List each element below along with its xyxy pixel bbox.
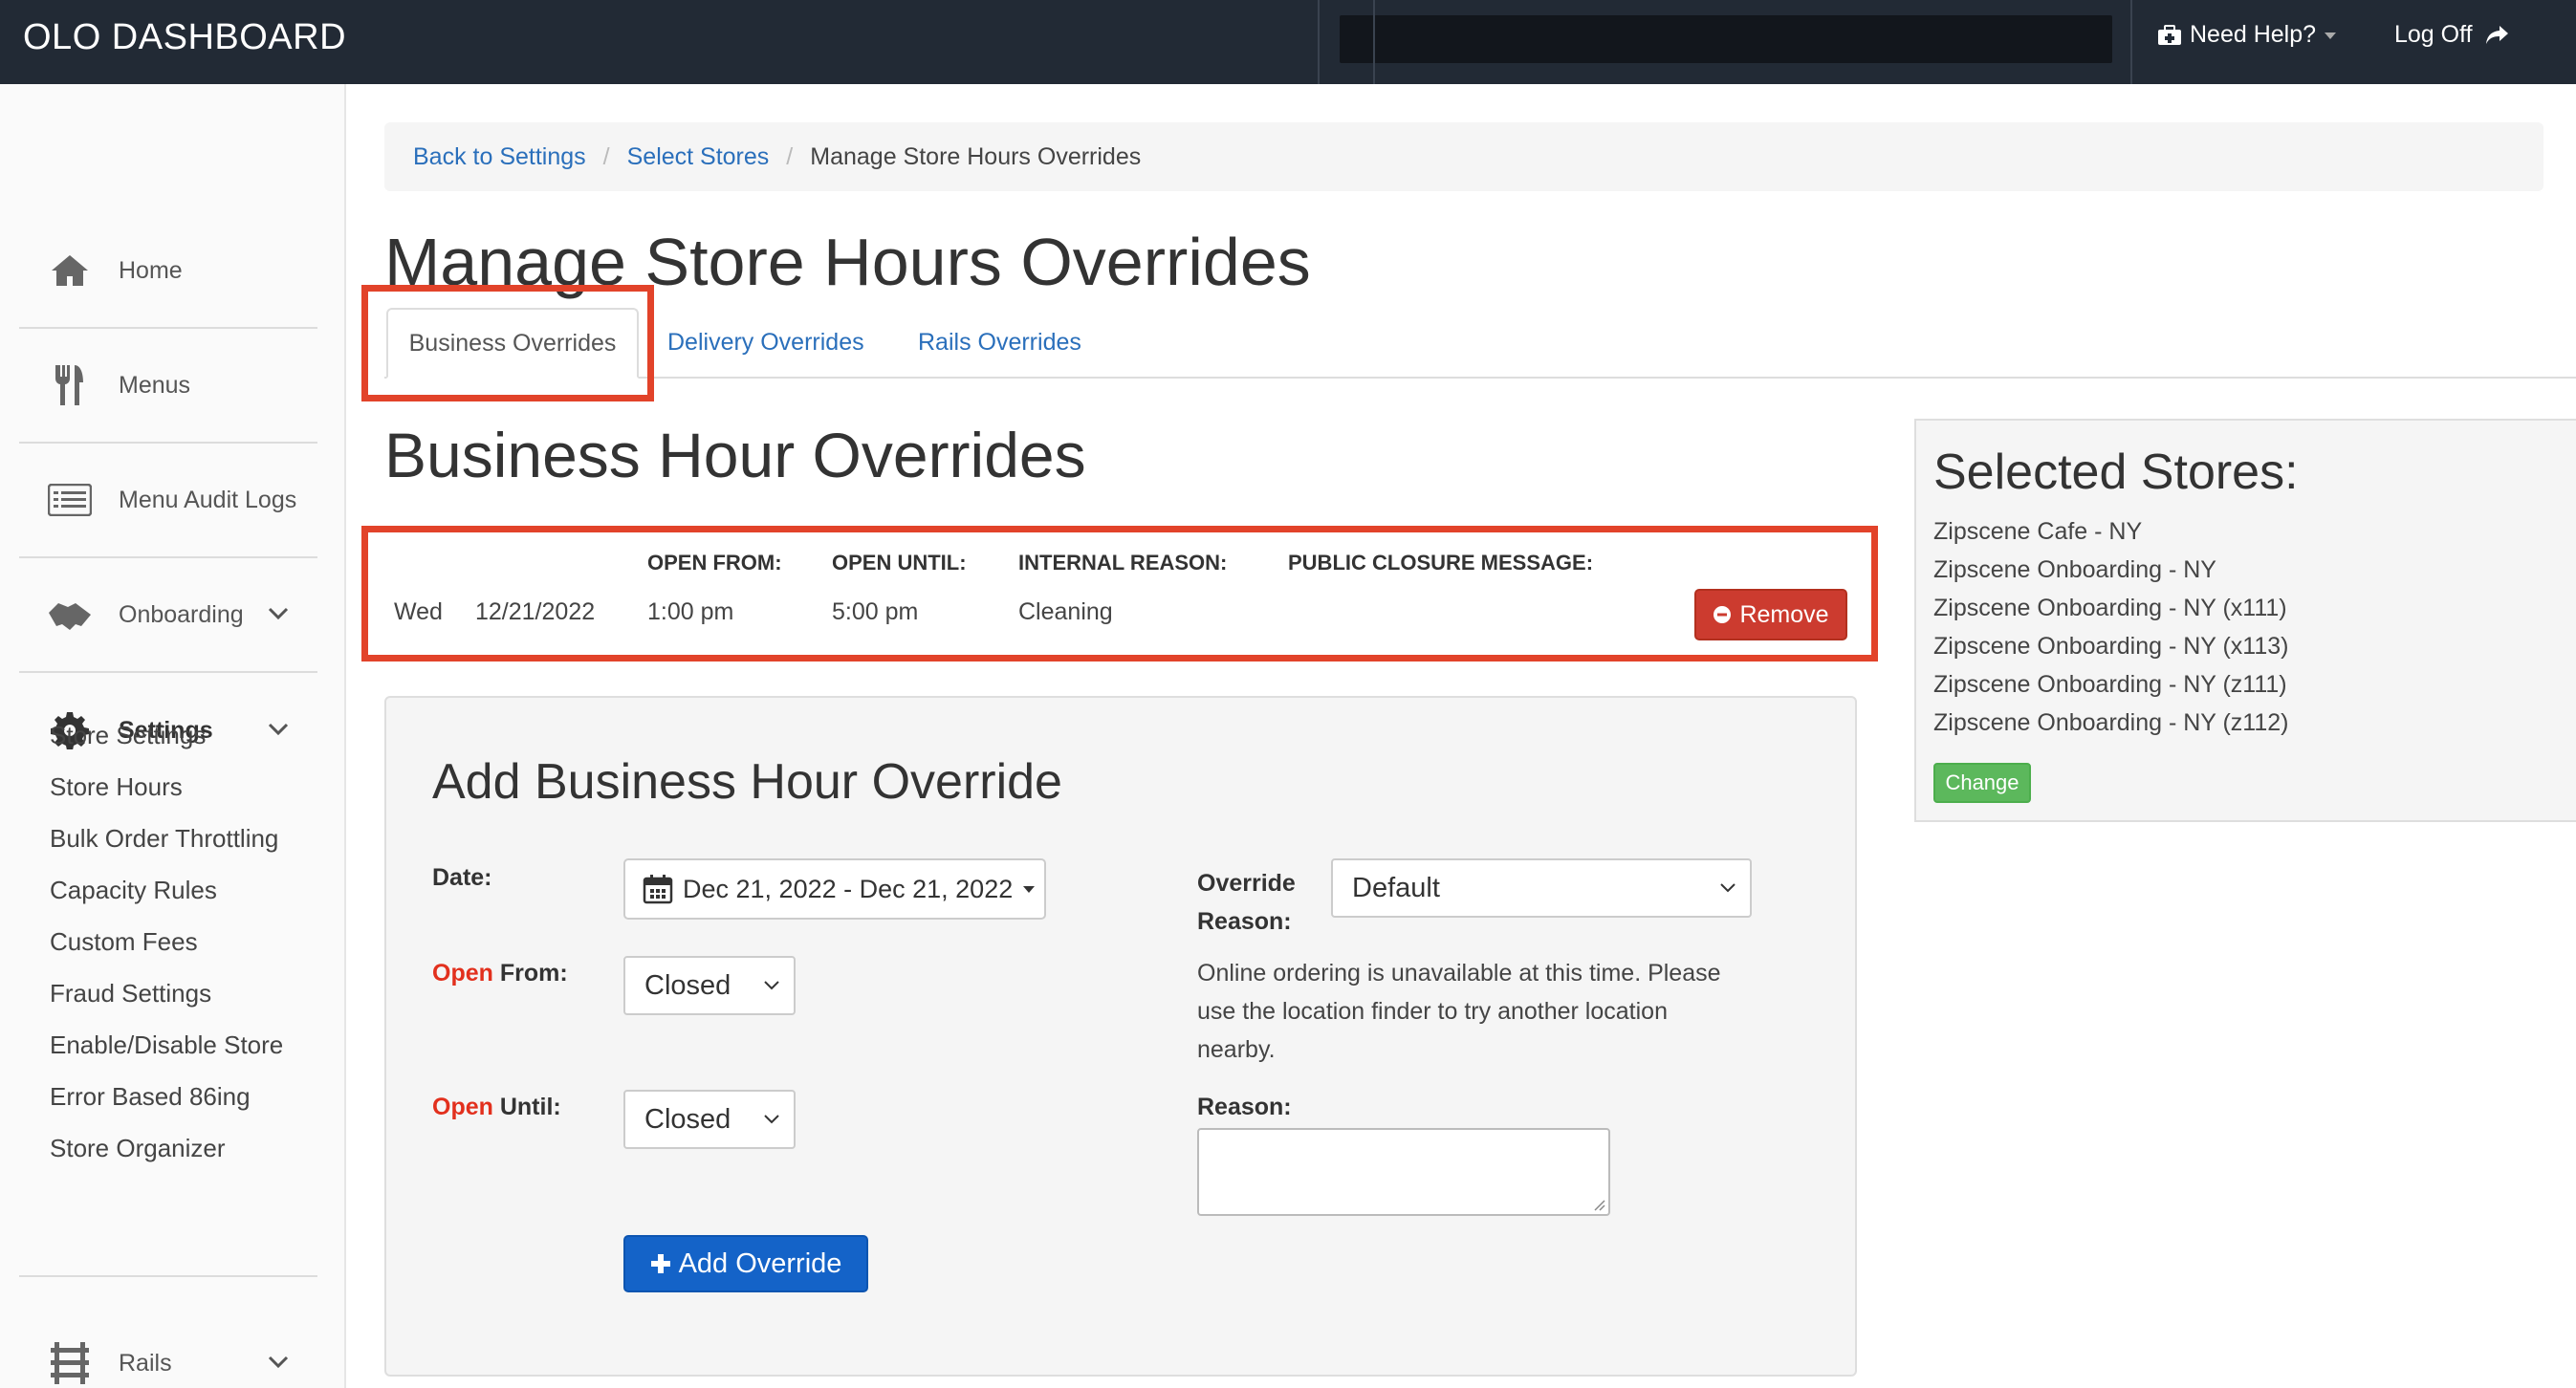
reason-textarea[interactable] xyxy=(1197,1128,1610,1216)
breadcrumb: Back to Settings / Select Stores / Manag… xyxy=(384,122,2543,191)
open-from-value: Closed xyxy=(644,969,731,1001)
calendar-icon xyxy=(643,875,673,904)
override-reason-select[interactable]: Default xyxy=(1331,858,1752,918)
chevron-down-icon xyxy=(268,607,289,620)
first-aid-icon xyxy=(2158,24,2181,45)
open-until-label: Open Until: xyxy=(432,1094,561,1121)
add-override-title: Add Business Hour Override xyxy=(432,754,1062,810)
date-range-value: Dec 21, 2022 - Dec 21, 2022 xyxy=(683,874,1014,903)
sidebar-subitem-store-hours[interactable]: Store Hours xyxy=(50,761,283,813)
tab-rails-overrides[interactable]: Rails Overrides xyxy=(918,308,1081,377)
sidebar-item-label: Home xyxy=(119,256,183,284)
sidebar-item-rails[interactable]: Rails xyxy=(19,1306,317,1388)
sidebar-item-label: Menu Audit Logs xyxy=(119,486,297,513)
open-from-select[interactable]: Closed xyxy=(623,956,796,1015)
resize-grip-icon[interactable] xyxy=(1592,1198,1605,1211)
tab-delivery-overrides[interactable]: Delivery Overrides xyxy=(667,308,864,377)
caret-down-icon xyxy=(1023,886,1036,893)
sidebar-subitem-custom-fees[interactable]: Custom Fees xyxy=(50,916,283,967)
override-reason-label-line1: Override xyxy=(1197,870,1296,897)
log-off-button[interactable]: Log Off xyxy=(2394,21,2509,49)
sidebar-item-onboarding[interactable]: Onboarding xyxy=(19,558,317,673)
sidebar-item-home[interactable]: Home xyxy=(19,214,317,329)
date-label: Date: xyxy=(432,864,492,891)
need-help-dropdown[interactable]: Need Help? xyxy=(2157,21,2337,49)
navbar-divider xyxy=(1373,0,1375,84)
sidebar-divider xyxy=(19,1275,317,1277)
sidebar-subitem-bulk-order-throttling[interactable]: Bulk Order Throttling xyxy=(50,813,283,864)
open-until-label-prefix: Open xyxy=(432,1094,493,1120)
store-list-item: Zipscene Onboarding - NY (z111) xyxy=(1933,671,2287,698)
add-override-button[interactable]: Add Override xyxy=(623,1235,868,1292)
breadcrumb-back-to-settings[interactable]: Back to Settings xyxy=(413,143,586,171)
breadcrumb-select-stores[interactable]: Select Stores xyxy=(627,143,770,171)
chevron-down-icon xyxy=(764,981,779,990)
section-title: Business Hour Overrides xyxy=(384,420,1086,490)
sidebar-item-menu-audit-logs[interactable]: Menu Audit Logs xyxy=(19,444,317,558)
override-reason-label: Override Reason: xyxy=(1197,864,1296,941)
sidebar-item-label: Rails xyxy=(119,1349,172,1377)
home-icon xyxy=(46,249,94,292)
date-range-picker[interactable]: Dec 21, 2022 - Dec 21, 2022 xyxy=(623,858,1046,920)
selected-stores-title: Selected Stores: xyxy=(1933,445,2299,500)
sidebar-subitem-enable-disable-store[interactable]: Enable/Disable Store xyxy=(50,1019,283,1071)
share-arrow-icon xyxy=(2485,25,2508,44)
highlight-box-tab xyxy=(361,285,654,401)
open-until-select[interactable]: Closed xyxy=(623,1090,796,1149)
breadcrumb-current: Manage Store Hours Overrides xyxy=(810,142,1142,170)
sidebar-item-menus[interactable]: Menus xyxy=(19,329,317,444)
store-list-item: Zipscene Onboarding - NY (z112) xyxy=(1933,709,2289,736)
chevron-down-icon xyxy=(268,1355,289,1369)
app-brand[interactable]: OLO DASHBOARD xyxy=(23,17,346,58)
open-from-label: Open From: xyxy=(432,960,568,987)
sidebar-subitem-store-organizer[interactable]: Store Organizer xyxy=(50,1122,283,1174)
store-list-item: Zipscene Onboarding - NY (x113) xyxy=(1933,633,2289,660)
breadcrumb-separator: / xyxy=(602,142,610,170)
sidebar-item-label: Menus xyxy=(119,371,191,399)
sidebar-subitem-fraud-settings[interactable]: Fraud Settings xyxy=(50,967,283,1019)
sidebar-item-label: Onboarding xyxy=(119,600,244,628)
sidebar-subitem-capacity-rules[interactable]: Capacity Rules xyxy=(50,864,283,916)
closure-message-preview: Online ordering is unavailable at this t… xyxy=(1197,960,1721,1063)
chevron-down-icon xyxy=(1720,883,1736,893)
sidebar-subitem-store-settings[interactable]: Store Settings xyxy=(50,709,283,761)
log-off-label: Log Off xyxy=(2394,21,2473,48)
open-until-value: Closed xyxy=(644,1103,731,1135)
handshake-icon xyxy=(46,594,94,636)
store-list-item: Zipscene Onboarding - NY (x111) xyxy=(1933,595,2287,621)
open-from-label-suffix: From: xyxy=(492,960,568,987)
navbar-divider xyxy=(1318,0,1320,84)
sidebar-subitem-error-based-86ing[interactable]: Error Based 86ing xyxy=(50,1071,283,1122)
override-reason-label-line2: Reason: xyxy=(1197,908,1292,935)
open-until-label-suffix: Until: xyxy=(492,1094,561,1120)
highlight-box-override-row xyxy=(361,526,1878,661)
tabs-baseline xyxy=(384,377,2576,379)
caret-down-icon xyxy=(2325,32,2337,39)
reason-label: Reason: xyxy=(1197,1094,1292,1120)
selected-stores-list: Zipscene Cafe - NY Zipscene Onboarding -… xyxy=(1933,512,2288,742)
navbar-divider xyxy=(2130,0,2132,84)
chevron-down-icon xyxy=(764,1115,779,1124)
list-icon xyxy=(46,479,94,521)
utensils-icon xyxy=(46,364,94,406)
override-reason-value: Default xyxy=(1352,872,1440,903)
add-override-label: Add Override xyxy=(678,1247,842,1279)
store-list-item: Zipscene Onboarding - NY xyxy=(1933,556,2216,583)
top-navbar: OLO DASHBOARD Need Help? Log Off xyxy=(0,0,2576,84)
plus-icon xyxy=(650,1254,670,1273)
redacted-store-selector[interactable] xyxy=(1340,15,2112,63)
settings-submenu: Store Settings Store Hours Bulk Order Th… xyxy=(50,709,283,1174)
need-help-label: Need Help? xyxy=(2190,21,2317,48)
change-stores-button[interactable]: Change xyxy=(1933,763,2031,803)
breadcrumb-separator: / xyxy=(786,142,794,170)
rails-icon xyxy=(46,1342,94,1384)
store-list-item: Zipscene Cafe - NY xyxy=(1933,518,2143,545)
open-from-label-prefix: Open xyxy=(432,960,493,987)
